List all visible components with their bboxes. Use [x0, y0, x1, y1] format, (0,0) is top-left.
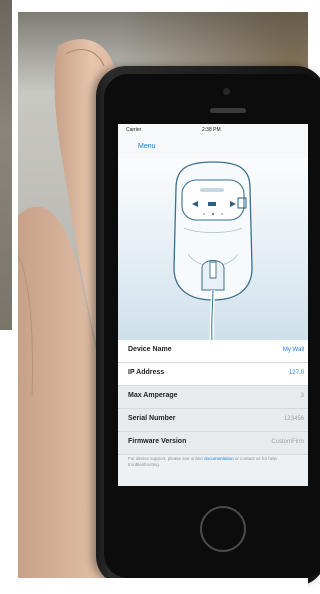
settings-row[interactable]: IP Address 127.0	[118, 363, 308, 386]
status-time: 2:38 PM	[202, 127, 221, 133]
nav-bar: Menu	[118, 136, 308, 158]
settings-row[interactable]: Serial Number 123456	[118, 409, 308, 432]
setting-label: Serial Number	[128, 415, 176, 422]
menu-button[interactable]: Menu	[138, 143, 156, 150]
setting-value: 123456	[283, 416, 304, 422]
setting-value: CustomFirm	[271, 439, 304, 445]
charger-illustration	[118, 158, 308, 341]
setting-label: IP Address	[128, 369, 165, 376]
app-screen: Carrier 2:38 PM Menu Device Name My Wall…	[118, 124, 308, 486]
bottom-margin	[0, 578, 308, 594]
footnote-text: For device support, please see online	[128, 456, 203, 461]
earpiece	[210, 108, 246, 113]
setting-label: Max Amperage	[128, 392, 178, 399]
setting-label: Firmware Version	[128, 438, 187, 445]
support-footnote: For device support, please see online do…	[128, 456, 303, 468]
setting-value: My Wall	[282, 347, 304, 353]
settings-row[interactable]: Firmware Version CustomFirm	[118, 432, 308, 455]
carrier-label: Carrier	[126, 127, 142, 133]
wall-charger-icon	[173, 161, 253, 341]
documentation-link[interactable]: documentation	[204, 456, 234, 461]
setting-label: Device Name	[128, 346, 172, 353]
settings-list: Device Name My Wall IP Address 127.0 Max…	[118, 340, 308, 467]
setting-value: 3	[300, 393, 304, 399]
settings-row[interactable]: Device Name My Wall	[118, 340, 308, 363]
background-left-strip	[0, 0, 12, 330]
status-bar: Carrier 2:38 PM	[118, 124, 308, 136]
home-button[interactable]	[200, 506, 246, 552]
front-camera	[223, 88, 230, 95]
setting-value: 127.0	[288, 370, 304, 376]
settings-row[interactable]: Max Amperage 3	[118, 386, 308, 409]
